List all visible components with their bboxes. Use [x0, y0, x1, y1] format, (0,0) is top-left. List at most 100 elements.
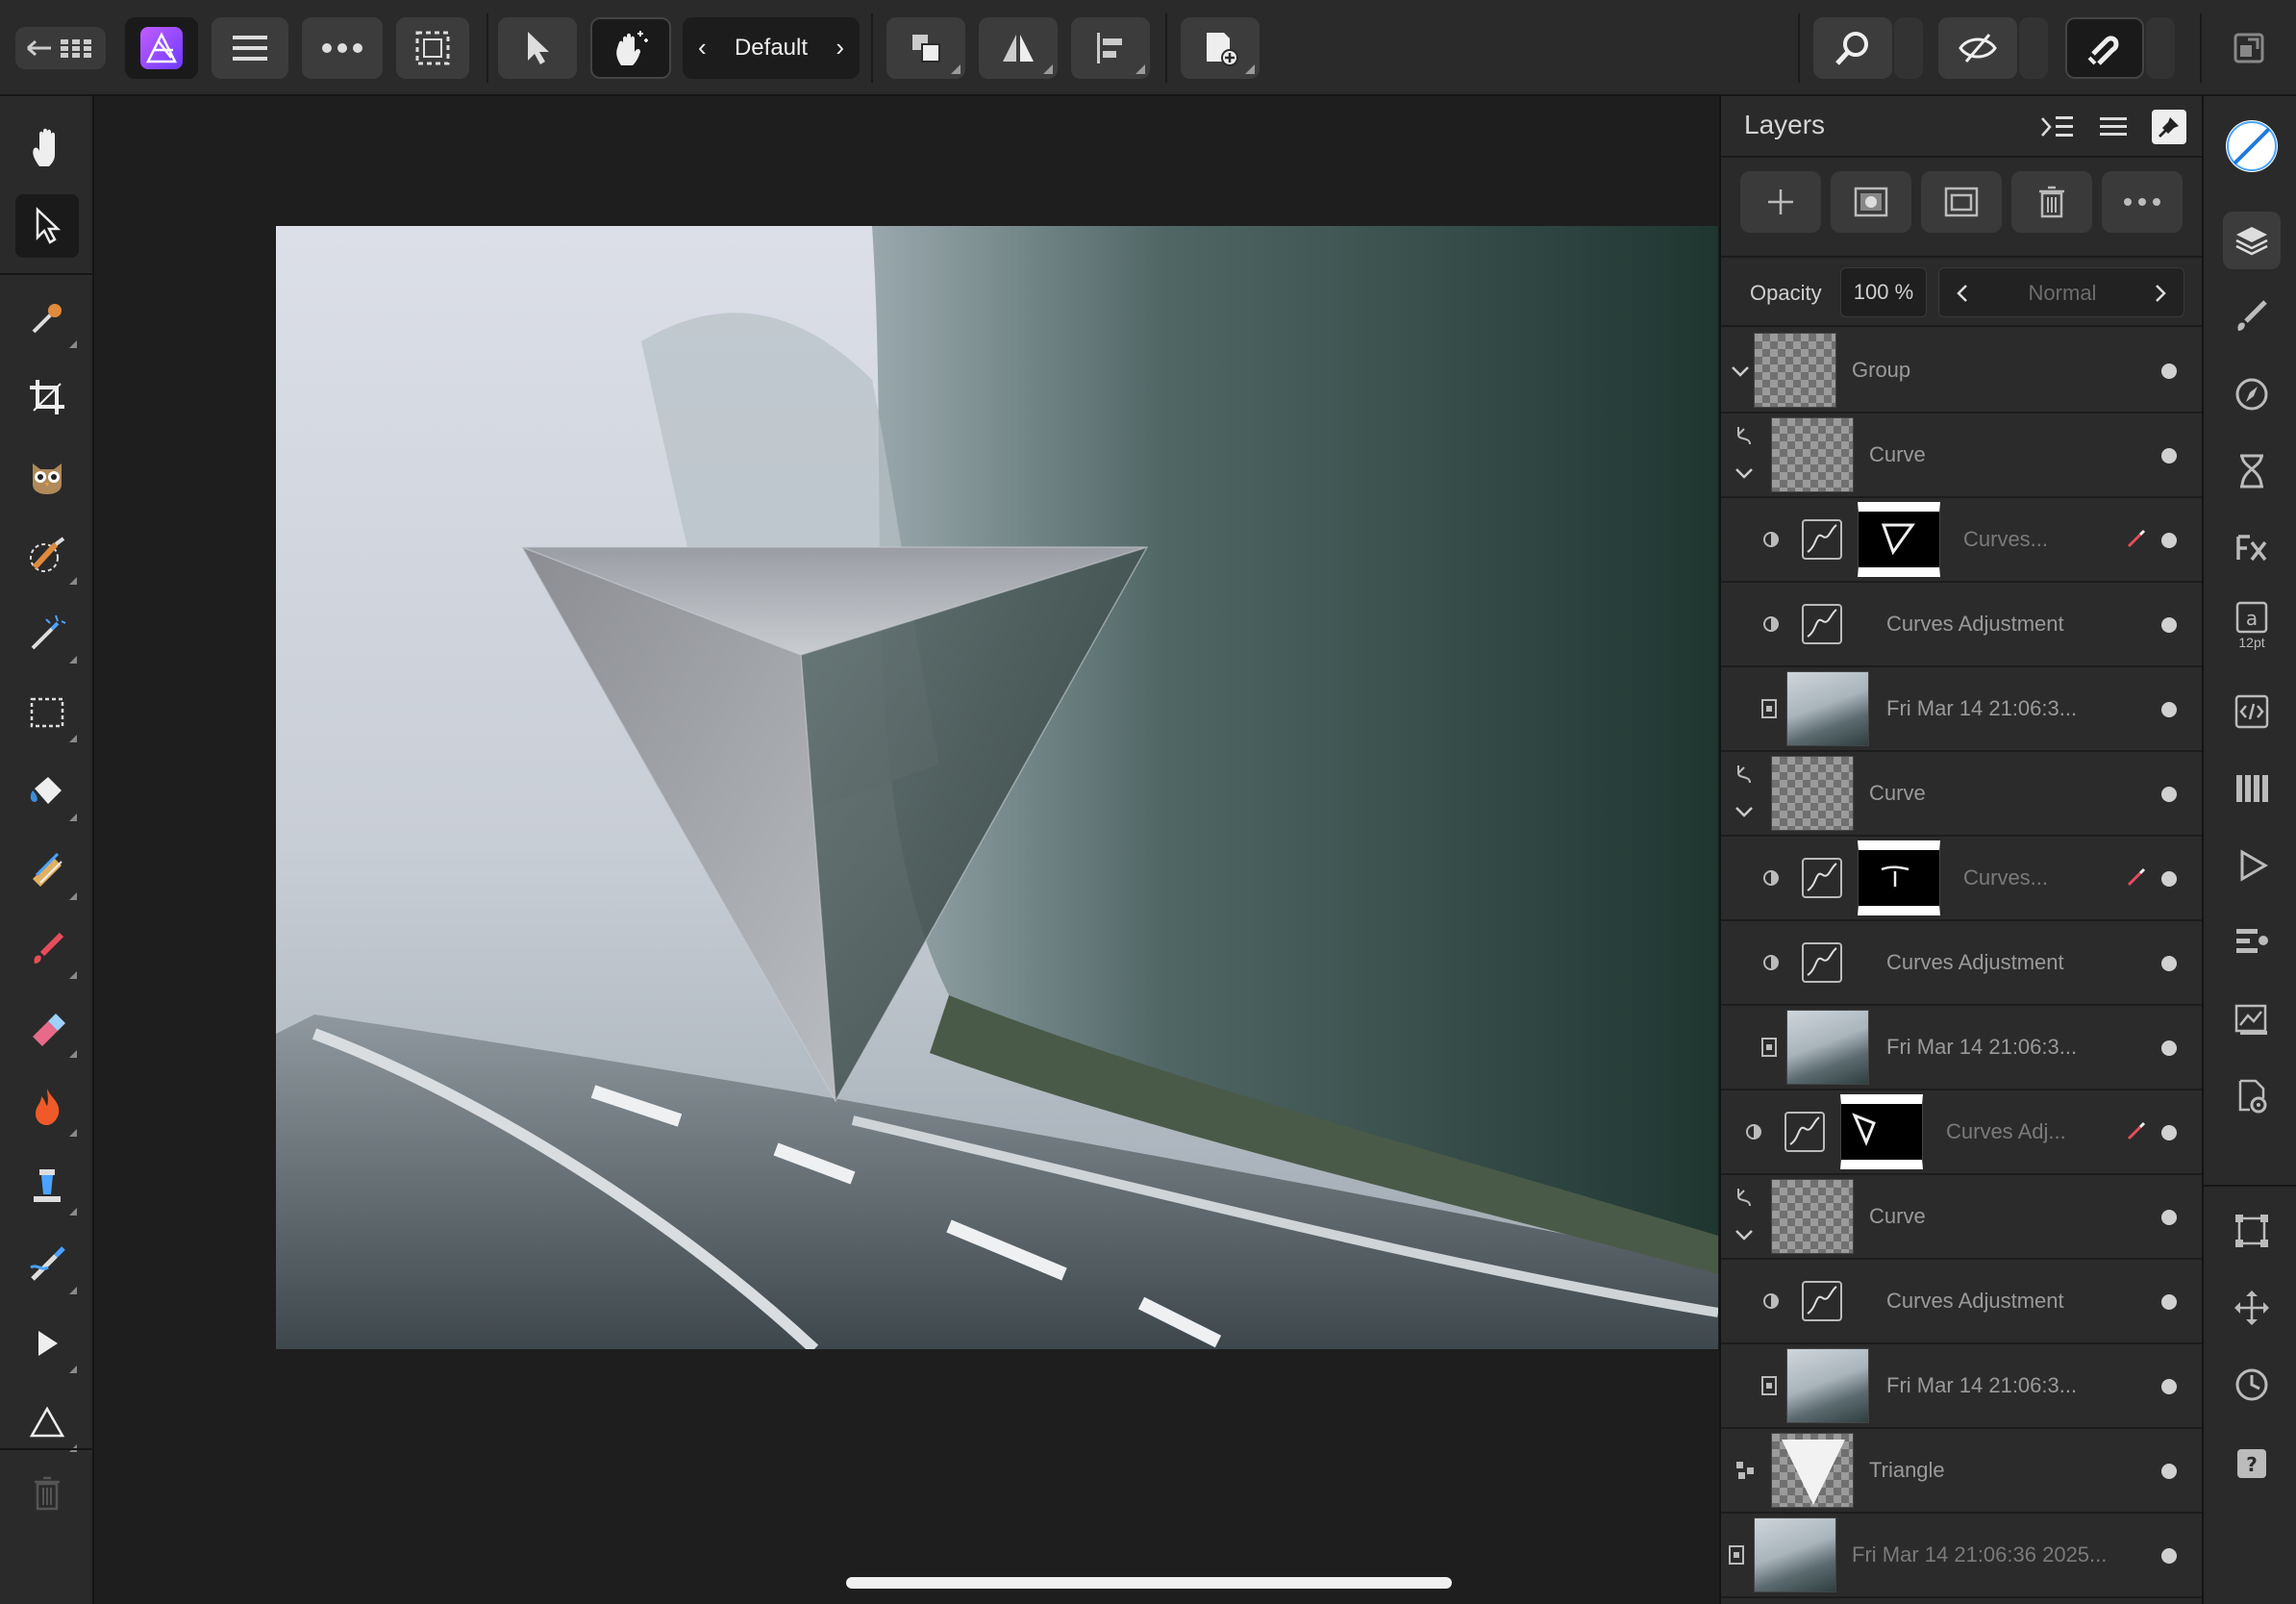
- layer-options-button[interactable]: [2102, 171, 2183, 233]
- crop-tool[interactable]: [15, 365, 79, 429]
- color-panel-button[interactable]: [2223, 117, 2281, 175]
- refine-tool[interactable]: [15, 444, 79, 508]
- visibility-toggle[interactable]: [2161, 1210, 2177, 1225]
- photo-persona-button[interactable]: [125, 17, 198, 79]
- document-canvas[interactable]: [276, 226, 1718, 1349]
- layer-row-curve[interactable]: Curve: [1721, 1175, 2204, 1260]
- documents-back-button[interactable]: [15, 27, 106, 69]
- visibility-toggle[interactable]: [2161, 363, 2177, 379]
- more-options-button[interactable]: [302, 17, 383, 79]
- visibility-toggle[interactable]: [2161, 787, 2177, 802]
- pin-panel-button[interactable]: [2152, 110, 2186, 144]
- layer-row-group[interactable]: Group: [1721, 329, 2204, 414]
- add-layer-button[interactable]: [1740, 171, 1821, 233]
- document-settings-button[interactable]: [2223, 1067, 2281, 1125]
- visibility-toggle[interactable]: [2161, 1548, 2177, 1564]
- flip-button[interactable]: [979, 17, 1058, 79]
- layers-panel-button[interactable]: [2223, 212, 2281, 269]
- macros-play-button[interactable]: [2223, 837, 2281, 894]
- add-mask-button[interactable]: [1831, 171, 1911, 233]
- visibility-toggle[interactable]: [2161, 871, 2177, 887]
- chevron-down-icon[interactable]: [1733, 800, 1756, 823]
- persona-selector[interactable]: ‹ Default ›: [683, 17, 860, 79]
- visibility-toggle[interactable]: [2161, 1040, 2177, 1056]
- layer-row-pixel[interactable]: Fri Mar 14 21:06:3...: [1721, 1006, 2204, 1090]
- add-group-button[interactable]: [1921, 171, 2002, 233]
- blend-next-icon[interactable]: [2147, 280, 2174, 307]
- flood-select-tool[interactable]: [15, 602, 79, 665]
- align-button[interactable]: [1071, 17, 1150, 79]
- delete-layer-button[interactable]: [2011, 171, 2092, 233]
- zoom-options-button[interactable]: [1894, 17, 1923, 79]
- burn-tool[interactable]: [15, 1075, 79, 1139]
- stock-panel-button[interactable]: [2223, 990, 2281, 1048]
- transform-panel-button[interactable]: [2223, 1202, 2281, 1260]
- visibility-toggle[interactable]: [2161, 1125, 2177, 1140]
- marquee-tool[interactable]: [15, 681, 79, 744]
- layer-row-curves-adjustment[interactable]: Curves Adjustment: [1721, 1260, 2204, 1344]
- shape-tool[interactable]: [15, 1391, 79, 1454]
- text-styles-button[interactable]: a 12pt: [2223, 596, 2281, 654]
- layer-row-curves-masked[interactable]: Curves...: [1721, 837, 2204, 921]
- history-panel-button[interactable]: [2223, 442, 2281, 500]
- layer-row-curve[interactable]: Curve: [1721, 414, 2204, 498]
- layer-row-pixel[interactable]: Fri Mar 14 21:06:3...: [1721, 667, 2204, 752]
- delete-tool-button[interactable]: [15, 1462, 79, 1525]
- layer-row-curves-masked[interactable]: Curves...: [1721, 498, 2204, 583]
- persona-prev-icon[interactable]: ‹: [698, 33, 707, 63]
- brushes-panel-button[interactable]: [2223, 288, 2281, 346]
- swatches-panel-button[interactable]: [2223, 760, 2281, 817]
- view-options-button[interactable]: [2019, 17, 2048, 79]
- visibility-toggle[interactable]: [2161, 956, 2177, 971]
- visibility-toggle[interactable]: [2161, 533, 2177, 548]
- macro-panel-button[interactable]: [2223, 683, 2281, 740]
- view-tool[interactable]: [15, 115, 79, 179]
- selection-brush-tool[interactable]: [15, 523, 79, 587]
- adjustments-panel-button[interactable]: [2223, 914, 2281, 971]
- visibility-toggle[interactable]: [2161, 617, 2177, 633]
- flood-fill-tool[interactable]: [15, 760, 79, 823]
- layer-row-pixel[interactable]: Fri Mar 14 21:06:3...: [1721, 1344, 2204, 1429]
- node-tool[interactable]: [15, 1312, 79, 1375]
- snapping-options-button[interactable]: [2146, 17, 2175, 79]
- fx-panel-button[interactable]: [2223, 519, 2281, 577]
- color-picker-tool[interactable]: [15, 287, 79, 350]
- layer-row-curves-adj-masked[interactable]: Curves Adj...: [1721, 1090, 2204, 1175]
- visibility-toggle[interactable]: [2161, 702, 2177, 717]
- insert-button[interactable]: [1181, 17, 1260, 79]
- help-button[interactable]: ?: [2223, 1435, 2281, 1492]
- inpainting-tool[interactable]: [15, 839, 79, 902]
- layer-row-curves-adjustment[interactable]: Curves Adjustment: [1721, 583, 2204, 667]
- chevron-down-icon[interactable]: [1729, 360, 1752, 383]
- canvas-area[interactable]: [96, 96, 1719, 1604]
- visibility-toggle[interactable]: [2161, 448, 2177, 464]
- selection-mode-button[interactable]: [396, 17, 469, 79]
- visibility-toggle[interactable]: [2161, 1379, 2177, 1394]
- chevron-down-icon[interactable]: [1733, 1223, 1756, 1246]
- layer-row-curves-adjustment[interactable]: Curves Adjustment: [1721, 921, 2204, 1006]
- persona-next-icon[interactable]: ›: [836, 33, 844, 63]
- navigator-panel-button[interactable]: [2223, 365, 2281, 423]
- blend-mode-selector[interactable]: Normal: [1938, 267, 2184, 317]
- zoom-button[interactable]: [1813, 17, 1892, 79]
- collapse-panel-button[interactable]: [2038, 108, 2077, 146]
- layer-row-background-pixel[interactable]: Fri Mar 14 21:06:36 2025...: [1721, 1514, 2204, 1598]
- layer-row-triangle[interactable]: Triangle: [1721, 1429, 2204, 1514]
- move-tool[interactable]: [15, 194, 79, 258]
- visibility-toggle[interactable]: [2161, 1464, 2177, 1479]
- layers-menu-button[interactable]: [2094, 108, 2133, 146]
- smudge-tool[interactable]: [15, 1233, 79, 1296]
- paint-brush-tool[interactable]: [15, 917, 79, 981]
- touch-modifier-button[interactable]: [590, 17, 671, 79]
- move-panel-button[interactable]: [2223, 1279, 2281, 1337]
- move-tool-button[interactable]: [498, 17, 577, 79]
- menu-button[interactable]: [212, 17, 288, 79]
- fullscreen-button[interactable]: [2225, 17, 2273, 79]
- visibility-toggle[interactable]: [2161, 1294, 2177, 1310]
- layer-row-curve[interactable]: Curve: [1721, 752, 2204, 837]
- clone-tool[interactable]: [15, 1154, 79, 1217]
- opacity-field[interactable]: 100 %: [1840, 267, 1927, 317]
- view-mode-button[interactable]: [1938, 17, 2017, 79]
- arrange-button[interactable]: [886, 17, 965, 79]
- history-clock-button[interactable]: [2223, 1356, 2281, 1414]
